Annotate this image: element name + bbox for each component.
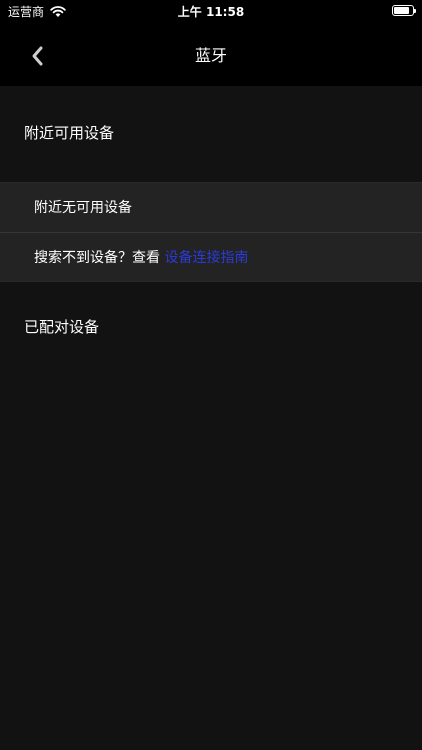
main-content: 附近可用设备 附近无可用设备 搜索不到设备？查看 设备连接指南 已配对设备 bbox=[0, 86, 422, 750]
battery-level bbox=[394, 7, 409, 14]
battery-icon bbox=[392, 5, 416, 16]
navigation-bar: 蓝牙 bbox=[0, 24, 422, 86]
connection-guide-link[interactable]: 设备连接指南 bbox=[164, 250, 248, 266]
status-bar: 运营商 上午 11:58 bbox=[0, 0, 422, 24]
paired-devices-header: 已配对设备 bbox=[24, 318, 100, 336]
nearby-devices-header: 附近可用设备 bbox=[24, 124, 115, 142]
not-found-prefix: 搜索不到设备？查看 bbox=[34, 250, 160, 266]
no-device-label: 附近无可用设备 bbox=[34, 200, 132, 216]
nearby-devices-card: 附近无可用设备 搜索不到设备？查看 设备连接指南 bbox=[0, 182, 422, 282]
clock: 上午 11:58 bbox=[177, 5, 245, 19]
no-device-row: 附近无可用设备 bbox=[0, 183, 422, 233]
not-found-hint: 搜索不到设备？查看 设备连接指南 bbox=[34, 248, 248, 268]
page-title: 蓝牙 bbox=[194, 46, 227, 65]
not-found-row: 搜索不到设备？查看 设备连接指南 bbox=[0, 233, 422, 283]
